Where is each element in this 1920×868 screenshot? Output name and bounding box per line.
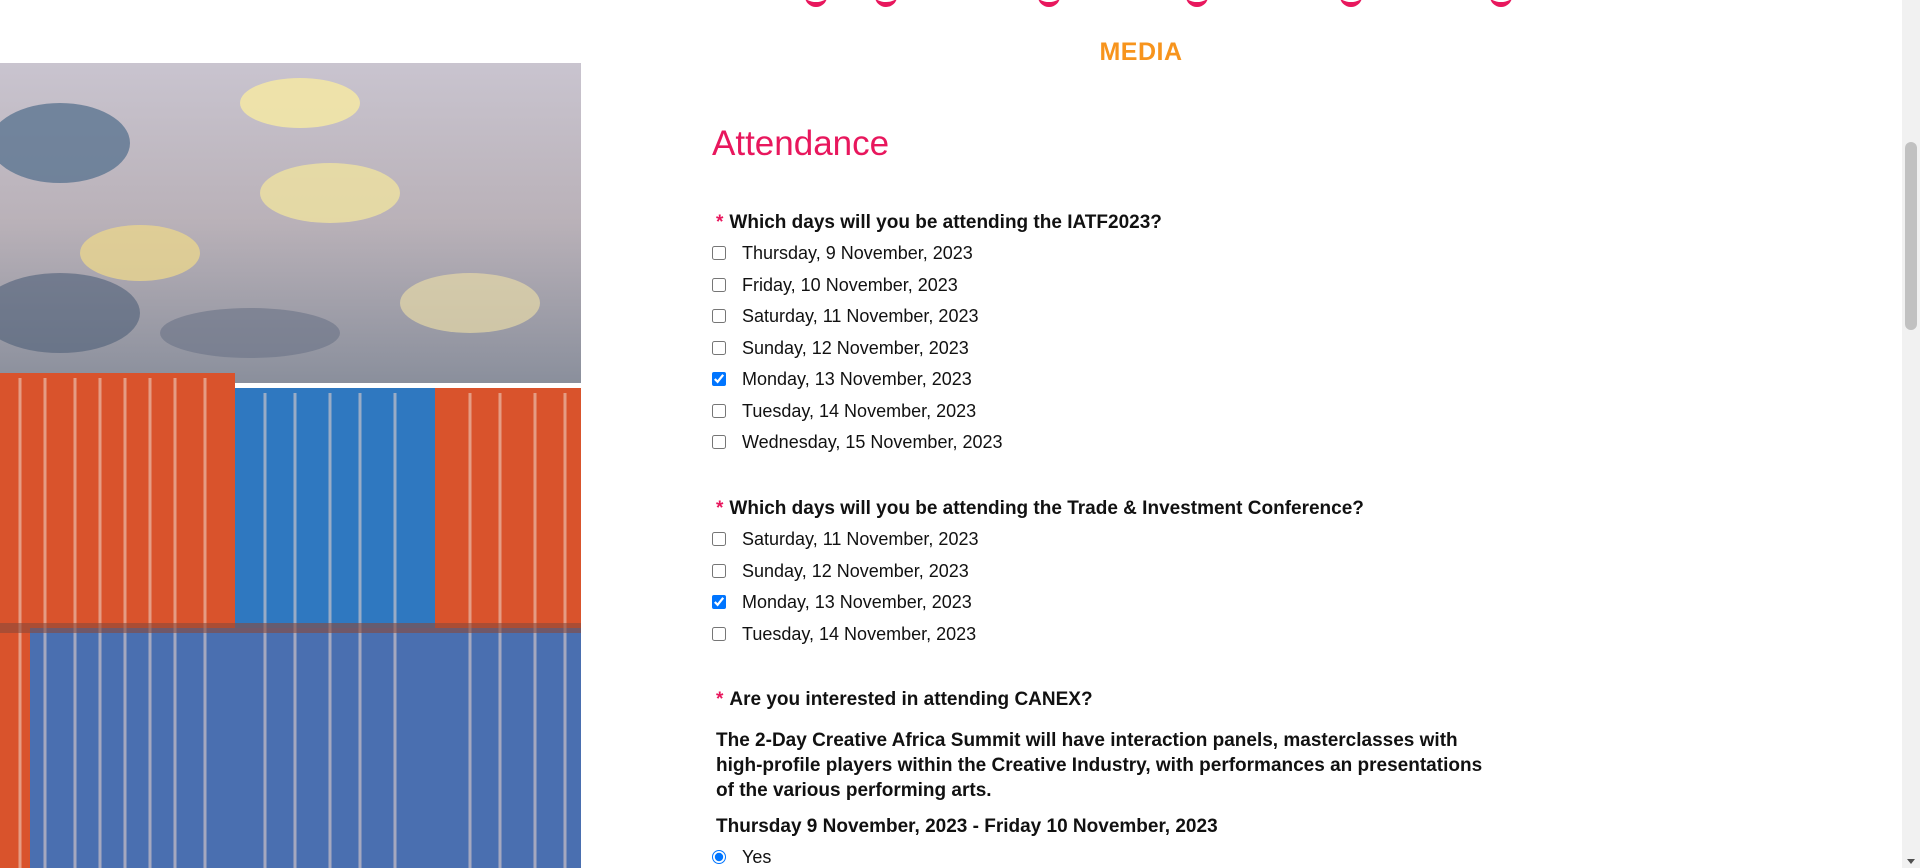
conference-option-sat-11-nov[interactable]: Saturday, 11 November, 2023 bbox=[712, 528, 978, 550]
iatf-option-mon-13-nov[interactable]: Monday, 13 November, 2023 bbox=[712, 368, 972, 390]
conference-days-question: * Which days will you be attending the Tr… bbox=[716, 498, 1364, 520]
shipping-containers-image bbox=[0, 63, 581, 868]
option-label: Thursday, 9 November, 2023 bbox=[742, 242, 973, 263]
iatf-option-wed-15-nov[interactable]: Wednesday, 15 November, 2023 bbox=[712, 431, 1003, 453]
iatf-checkbox-sun-12-nov[interactable] bbox=[712, 341, 726, 355]
required-marker: * bbox=[716, 689, 724, 710]
page-scrollbar[interactable] bbox=[1902, 0, 1920, 868]
option-label: Wednesday, 15 November, 2023 bbox=[742, 431, 1003, 452]
required-marker: * bbox=[716, 212, 724, 233]
conference-option-tue-14-nov[interactable]: Tuesday, 14 November, 2023 bbox=[712, 623, 976, 645]
canex-description: The 2-Day Creative Africa Summit will ha… bbox=[716, 730, 1483, 801]
iatf-checkbox-tue-14-nov[interactable] bbox=[712, 404, 726, 418]
conference-checkbox-tue-14-nov[interactable] bbox=[712, 627, 726, 641]
option-label: Yes bbox=[742, 846, 772, 867]
iatf-days-question-text: Which days will you be attending the IAT… bbox=[729, 212, 1162, 233]
option-label: Monday, 13 November, 2023 bbox=[742, 591, 972, 612]
canex-radio-yes[interactable] bbox=[712, 850, 726, 864]
conference-option-sun-12-nov[interactable]: Sunday, 12 November, 2023 bbox=[712, 560, 969, 582]
iatf-option-sun-12-nov[interactable]: Sunday, 12 November, 2023 bbox=[712, 337, 969, 359]
attendance-section-title: Attendance bbox=[712, 124, 890, 163]
option-label: Monday, 13 November, 2023 bbox=[742, 368, 972, 389]
option-label: Tuesday, 14 November, 2023 bbox=[742, 623, 977, 644]
cut-off-heading-decoration bbox=[700, 0, 1520, 7]
conference-checkbox-sat-11-nov[interactable] bbox=[712, 532, 726, 546]
iatf-option-fri-10-nov[interactable]: Friday, 10 November, 2023 bbox=[712, 274, 958, 296]
canex-question: * Are you interested in attending CANEX? bbox=[716, 689, 1093, 711]
canex-option-yes[interactable]: Yes bbox=[712, 846, 771, 868]
option-label: Saturday, 11 November, 2023 bbox=[742, 305, 979, 326]
option-label: Sunday, 12 November, 2023 bbox=[742, 337, 969, 358]
option-label: Saturday, 11 November, 2023 bbox=[742, 528, 979, 549]
conference-checkbox-sun-12-nov[interactable] bbox=[712, 564, 726, 578]
scroll-down-arrow-icon[interactable] bbox=[1907, 859, 1915, 864]
option-label: Friday, 10 November, 2023 bbox=[742, 274, 958, 295]
iatf-checkbox-wed-15-nov[interactable] bbox=[712, 435, 726, 449]
canex-question-text: Are you interested in attending CANEX? bbox=[729, 689, 1093, 710]
required-marker: * bbox=[716, 498, 724, 519]
iatf-checkbox-thu-9-nov[interactable] bbox=[712, 246, 726, 260]
conference-checkbox-mon-13-nov[interactable] bbox=[712, 595, 726, 609]
option-label: Sunday, 12 November, 2023 bbox=[742, 560, 969, 581]
option-label: Tuesday, 14 November, 2023 bbox=[742, 400, 977, 421]
canex-dates: Thursday 9 November, 2023 - Friday 10 No… bbox=[716, 816, 1218, 837]
iatf-checkbox-sat-11-nov[interactable] bbox=[712, 309, 726, 323]
iatf-days-question: * Which days will you be attending the IA… bbox=[716, 212, 1162, 234]
iatf-option-thu-9-nov[interactable]: Thursday, 9 November, 2023 bbox=[712, 242, 973, 264]
iatf-option-sat-11-nov[interactable]: Saturday, 11 November, 2023 bbox=[712, 305, 978, 327]
conference-option-mon-13-nov[interactable]: Monday, 13 November, 2023 bbox=[712, 591, 972, 613]
iatf-option-tue-14-nov[interactable]: Tuesday, 14 November, 2023 bbox=[712, 400, 976, 422]
scrollbar-thumb[interactable] bbox=[1905, 142, 1917, 330]
iatf-checkbox-fri-10-nov[interactable] bbox=[712, 278, 726, 292]
iatf-checkbox-mon-13-nov[interactable] bbox=[712, 372, 726, 386]
conference-days-question-text: Which days will you be attending the Tra… bbox=[729, 498, 1364, 519]
